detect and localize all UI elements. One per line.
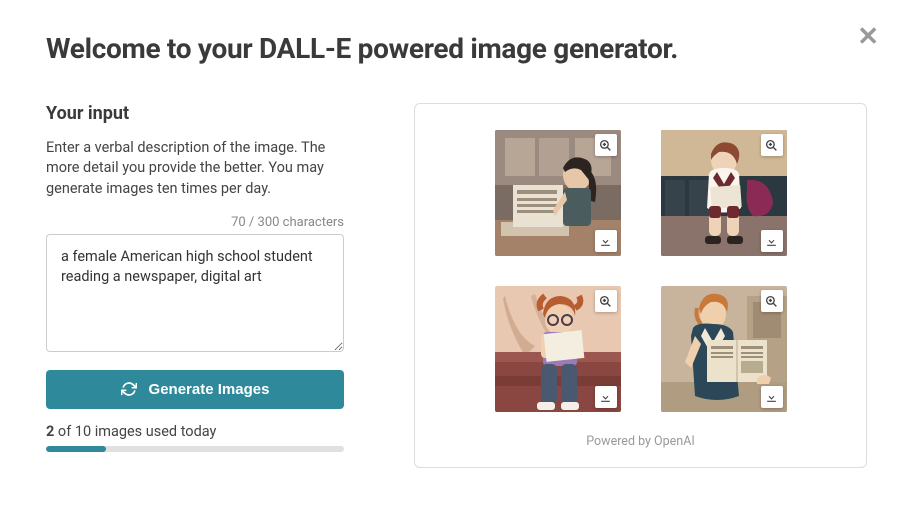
zoom-button[interactable] (595, 290, 617, 312)
zoom-button[interactable] (761, 290, 783, 312)
download-button[interactable] (761, 386, 783, 408)
close-icon[interactable]: ✕ (857, 24, 879, 50)
download-button[interactable] (761, 230, 783, 252)
usage-progress-bar (46, 446, 344, 452)
input-panel: Your input Enter a verbal description of… (46, 103, 344, 468)
zoom-in-icon (765, 295, 778, 308)
zoom-button[interactable] (595, 134, 617, 156)
page-title: Welcome to your DALL-E powered image gen… (46, 32, 867, 65)
generate-button[interactable]: Generate Images (46, 370, 344, 409)
download-icon (765, 235, 778, 248)
zoom-button[interactable] (761, 134, 783, 156)
result-card (495, 130, 621, 256)
download-button[interactable] (595, 386, 617, 408)
usage-progress-fill (46, 446, 106, 452)
results-panel: Powered by OpenAI (414, 103, 867, 468)
result-card (661, 130, 787, 256)
character-counter: 70 / 300 characters (46, 215, 344, 230)
download-icon (599, 235, 612, 248)
usage-total: of 10 images used today (54, 423, 216, 440)
zoom-in-icon (765, 139, 778, 152)
refresh-icon (121, 381, 137, 397)
results-grid (459, 130, 822, 412)
download-icon (599, 391, 612, 404)
download-icon (765, 391, 778, 404)
prompt-input[interactable] (46, 234, 344, 352)
input-section-title: Your input (46, 103, 344, 124)
zoom-in-icon (599, 295, 612, 308)
download-button[interactable] (595, 230, 617, 252)
input-description: Enter a verbal description of the image.… (46, 138, 344, 199)
generate-button-label: Generate Images (149, 381, 270, 398)
powered-by-text: Powered by OpenAI (459, 434, 822, 449)
result-card (495, 286, 621, 412)
zoom-in-icon (599, 139, 612, 152)
result-card (661, 286, 787, 412)
usage-text: 2 of 10 images used today (46, 423, 344, 440)
